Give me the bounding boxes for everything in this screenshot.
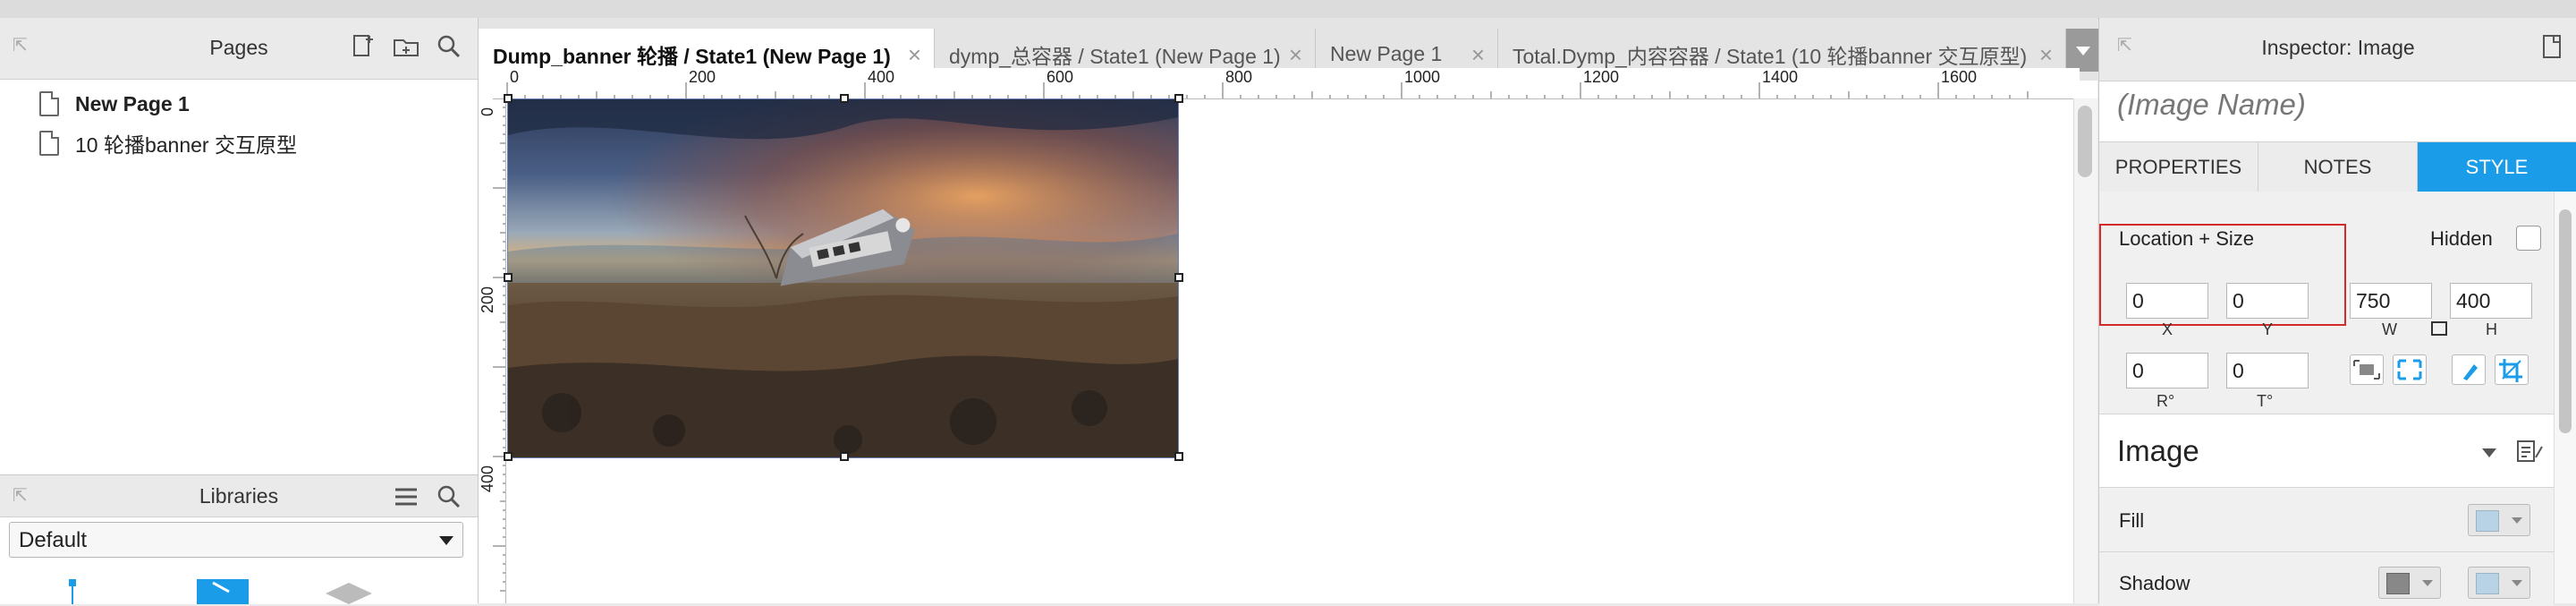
- y-field[interactable]: 0: [2226, 283, 2309, 319]
- page-icon: [39, 131, 59, 156]
- search-icon[interactable]: [433, 481, 465, 513]
- ruler-vertical: 0 200 400: [479, 98, 506, 603]
- search-icon[interactable]: [433, 30, 465, 63]
- scrollbar-thumb[interactable]: [2559, 209, 2572, 433]
- resize-handle[interactable]: [504, 452, 513, 461]
- add-page-icon[interactable]: [347, 30, 379, 63]
- resize-handle[interactable]: [1174, 273, 1183, 282]
- ruler-label: 200: [689, 68, 716, 86]
- x-caption: X: [2162, 320, 2174, 338]
- fill-row: Fill: [2099, 487, 2554, 552]
- ruler-ticks-vertical: [493, 98, 505, 592]
- hidden-label: Hidden: [2430, 227, 2493, 250]
- style-panel: Location + Size Hidden 0 0 750 400 X Y W…: [2099, 192, 2554, 606]
- banner-image[interactable]: [507, 98, 1179, 458]
- lock-ratio-icon[interactable]: [2431, 321, 2447, 336]
- tab-properties[interactable]: PROPERTIES: [2099, 142, 2258, 192]
- page-label: 10 轮播banner 交互原型: [75, 133, 297, 157]
- height-field[interactable]: 400: [2450, 283, 2532, 319]
- notes-page-icon[interactable]: [2536, 30, 2568, 63]
- library-selected-value: Default: [19, 528, 88, 552]
- resize-handle[interactable]: [504, 94, 513, 103]
- window-top-strip: [0, 0, 2576, 19]
- x-field[interactable]: 0: [2126, 283, 2208, 319]
- shadow-style-picker[interactable]: [2378, 567, 2441, 599]
- hidden-checkbox[interactable]: [2516, 226, 2541, 251]
- page-label: New Page 1: [75, 91, 190, 115]
- width-field[interactable]: 750: [2350, 283, 2432, 319]
- text-rotation-field[interactable]: 0: [2226, 353, 2309, 388]
- t-caption: T°: [2257, 392, 2274, 410]
- libraries-header: ⇱ Libraries: [0, 475, 478, 517]
- close-icon[interactable]: ×: [1471, 41, 1485, 69]
- tab-label: New Page 1: [1330, 42, 1443, 65]
- inspector-header: ⇱ Inspector: Image: [2099, 18, 2576, 81]
- library-select[interactable]: Default: [9, 522, 463, 558]
- tab-notes[interactable]: NOTES: [2258, 142, 2418, 192]
- ruler-ticks-horizontal: [506, 82, 2029, 98]
- image-name-input[interactable]: (Image Name): [2117, 88, 2306, 122]
- inspector-tabs: PROPERTIES NOTES STYLE: [2099, 141, 2576, 193]
- resize-handle[interactable]: [1174, 94, 1183, 103]
- chevron-down-icon: [439, 536, 453, 545]
- ruler-label: 400: [868, 68, 895, 86]
- ruler-label: 800: [1225, 68, 1253, 86]
- page-icon: [39, 91, 59, 116]
- canvas-scrollbar[interactable]: [2073, 98, 2097, 603]
- tab-style[interactable]: STYLE: [2418, 142, 2576, 192]
- ruler-label: 200: [479, 286, 496, 313]
- ruler-label: 1000: [1404, 68, 1441, 86]
- close-icon[interactable]: ×: [908, 41, 921, 69]
- inspector-scrollbar[interactable]: [2554, 192, 2576, 603]
- fit-content-icon[interactable]: [2350, 354, 2384, 385]
- chevron-down-icon[interactable]: [2482, 448, 2496, 457]
- ruler-label: 0: [510, 68, 520, 86]
- tab-label: Total.Dymp_内容容器 / State1 (10 轮播banner 交互…: [1513, 44, 2028, 68]
- resize-handle[interactable]: [1174, 452, 1183, 461]
- ruler-label: 400: [479, 465, 496, 492]
- inspector-panel: ⇱ Inspector: Image (Image Name) PROPERTI…: [2098, 18, 2576, 606]
- close-icon[interactable]: ×: [1289, 41, 1302, 69]
- resize-handle[interactable]: [504, 273, 513, 282]
- ruler-horizontal: 0 200 400 600 800 1000 1200 1400 1600: [479, 68, 2080, 99]
- landscape-photo: [508, 99, 1178, 457]
- ruler-label: 1400: [1762, 68, 1799, 86]
- image-section: Image: [2099, 414, 2554, 488]
- pages-header: ⇱ Pages: [0, 18, 478, 80]
- shadow-label: Shadow: [2119, 572, 2190, 594]
- menu-icon[interactable]: [390, 481, 422, 513]
- edit-notes-icon[interactable]: [2514, 438, 2545, 465]
- add-folder-icon[interactable]: [390, 30, 422, 63]
- eyedropper-icon[interactable]: [2452, 354, 2486, 385]
- ruler-label: 1600: [1941, 68, 1978, 86]
- tab-label: Dump_banner 轮播 / State1 (New Page 1): [493, 44, 891, 68]
- page-item-new-page-1[interactable]: New Page 1: [39, 88, 190, 120]
- shadow-row: Shadow: [2099, 551, 2554, 606]
- fill-label: Fill: [2119, 509, 2145, 532]
- r-caption: R°: [2157, 392, 2175, 410]
- tab-overflow-button[interactable]: [2066, 29, 2098, 72]
- close-icon[interactable]: ×: [2039, 41, 2053, 69]
- fill-color-picker[interactable]: [2468, 504, 2530, 536]
- scrollbar-thumb[interactable]: [2078, 106, 2092, 177]
- resize-handle[interactable]: [840, 94, 849, 103]
- fit-frame-icon[interactable]: [2393, 354, 2427, 385]
- resize-handle[interactable]: [840, 452, 849, 461]
- widget-previews: [69, 579, 372, 604]
- libraries-panel: ⇱ Libraries Default: [0, 474, 478, 604]
- ruler-label: 0: [479, 107, 496, 116]
- ruler-label: 600: [1046, 68, 1074, 86]
- y-caption: Y: [2262, 320, 2274, 338]
- ruler-label: 1200: [1583, 68, 1620, 86]
- h-caption: H: [2486, 320, 2497, 338]
- image-section-title: Image: [2117, 434, 2199, 467]
- inspector-title: Inspector: Image: [2261, 36, 2415, 59]
- w-caption: W: [2382, 320, 2397, 338]
- crop-icon[interactable]: [2495, 354, 2529, 385]
- rotation-field[interactable]: 0: [2126, 353, 2208, 388]
- location-size-label: Location + Size: [2119, 227, 2255, 250]
- page-item-carousel-prototype[interactable]: 10 轮播banner 交互原型: [39, 127, 297, 159]
- tab-label: dymp_总容器 / State1 (New Page 1): [949, 44, 1281, 68]
- shadow-color-picker[interactable]: [2468, 567, 2530, 599]
